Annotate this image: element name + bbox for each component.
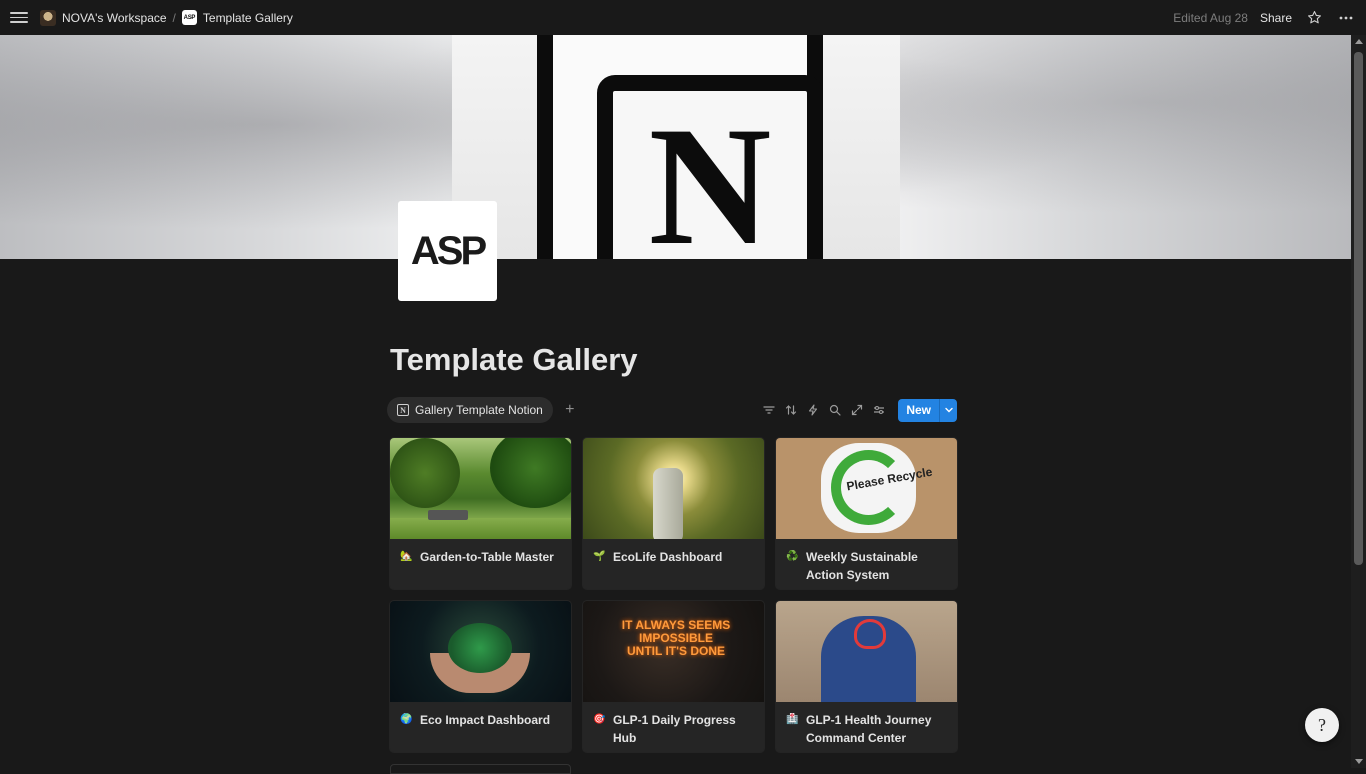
- gallery-card[interactable]: 🌍 Eco Impact Dashboard: [390, 601, 571, 752]
- card-title: Garden-to-Table Master: [420, 550, 554, 564]
- breadcrumb-workspace[interactable]: NOVA's Workspace: [36, 8, 171, 28]
- view-toolbar: New: [760, 398, 957, 422]
- target-icon: 🎯: [593, 714, 606, 725]
- breadcrumb-page[interactable]: ASP Template Gallery: [178, 8, 297, 27]
- more-options-icon[interactable]: [1336, 8, 1356, 28]
- sort-icon[interactable]: [782, 401, 800, 419]
- card-cover-image: [583, 438, 764, 539]
- notion-logo-icon: N: [397, 404, 409, 416]
- scrollbar[interactable]: [1351, 35, 1366, 768]
- star-icon[interactable]: [1304, 8, 1324, 28]
- card-cover-image: [776, 601, 957, 702]
- workspace-label: NOVA's Workspace: [62, 10, 167, 25]
- new-button[interactable]: New: [898, 398, 939, 422]
- breadcrumb-page-label: Template Gallery: [202, 10, 293, 25]
- edited-timestamp: Edited Aug 28: [1173, 10, 1248, 25]
- search-icon[interactable]: [826, 401, 844, 419]
- filter-icon[interactable]: [760, 401, 778, 419]
- notion-cube-image: N: [452, 35, 900, 259]
- database-view-bar: N Gallery Template Notion + New: [387, 397, 957, 423]
- workspace-avatar-icon: [40, 9, 56, 26]
- gallery-card[interactable]: Please Recycle ♻️ Weekly Sustainable Act…: [776, 438, 957, 589]
- card-title: Weekly Sustainable Action System: [806, 550, 918, 582]
- settings-sliders-icon[interactable]: [870, 401, 888, 419]
- top-bar: NOVA's Workspace / ASP Template Gallery …: [0, 0, 1366, 35]
- topbar-actions: Edited Aug 28 Share: [1173, 8, 1356, 28]
- share-button[interactable]: Share: [1260, 11, 1292, 25]
- gallery-card[interactable]: 🏥 GLP-1 Health Journey Command Center: [776, 601, 957, 752]
- card-title: Eco Impact Dashboard: [420, 713, 551, 727]
- page-cover: N: [0, 35, 1351, 259]
- scroll-up-arrow-icon[interactable]: [1355, 39, 1363, 44]
- page-mini-icon: ASP: [181, 10, 197, 25]
- view-tab-label: Gallery Template Notion: [415, 403, 543, 417]
- recycle-icon: ♻️: [786, 551, 799, 562]
- page-title[interactable]: Template Gallery: [390, 342, 638, 378]
- house-garden-icon: 🏡: [400, 551, 413, 562]
- globe-icon: 🌍: [400, 714, 413, 725]
- card-cover-image: Please Recycle: [776, 438, 957, 539]
- hospital-icon: 🏥: [786, 714, 799, 725]
- gallery-card[interactable]: IT ALWAYS SEEMS IMPOSSIBLE UNTIL IT'S DO…: [583, 601, 764, 752]
- view-tab-gallery[interactable]: N Gallery Template Notion: [387, 397, 553, 423]
- automation-bolt-icon[interactable]: [804, 401, 822, 419]
- gallery-card-partial[interactable]: [390, 764, 571, 774]
- card-cover-image: [390, 438, 571, 539]
- help-assistant-icon[interactable]: ?: [1305, 708, 1339, 742]
- menu-icon[interactable]: [10, 9, 28, 27]
- card-title: GLP-1 Daily Progress Hub: [613, 713, 736, 745]
- card-cover-image: IT ALWAYS SEEMS IMPOSSIBLE UNTIL IT'S DO…: [583, 601, 764, 702]
- scroll-thumb[interactable]: [1354, 52, 1363, 565]
- expand-icon[interactable]: [848, 401, 866, 419]
- new-dropdown-chevron-icon[interactable]: [939, 398, 957, 422]
- scroll-down-arrow-icon[interactable]: [1355, 759, 1363, 764]
- seedling-icon: 🌱: [593, 551, 606, 562]
- card-title: GLP-1 Health Journey Command Center: [806, 713, 932, 745]
- cover-letter: N: [648, 92, 772, 259]
- breadcrumb-separator: /: [172, 10, 176, 25]
- page-icon[interactable]: ASP: [398, 201, 497, 301]
- new-button-group: New: [898, 398, 957, 422]
- add-view-button[interactable]: +: [561, 401, 579, 419]
- card-title: EcoLife Dashboard: [613, 550, 723, 564]
- gallery-card[interactable]: 🌱 EcoLife Dashboard: [583, 438, 764, 589]
- gallery-card[interactable]: 🏡 Garden-to-Table Master: [390, 438, 571, 589]
- card-cover-image: [390, 601, 571, 702]
- neon-sign-text: IT ALWAYS SEEMS IMPOSSIBLE UNTIL IT'S DO…: [621, 618, 731, 658]
